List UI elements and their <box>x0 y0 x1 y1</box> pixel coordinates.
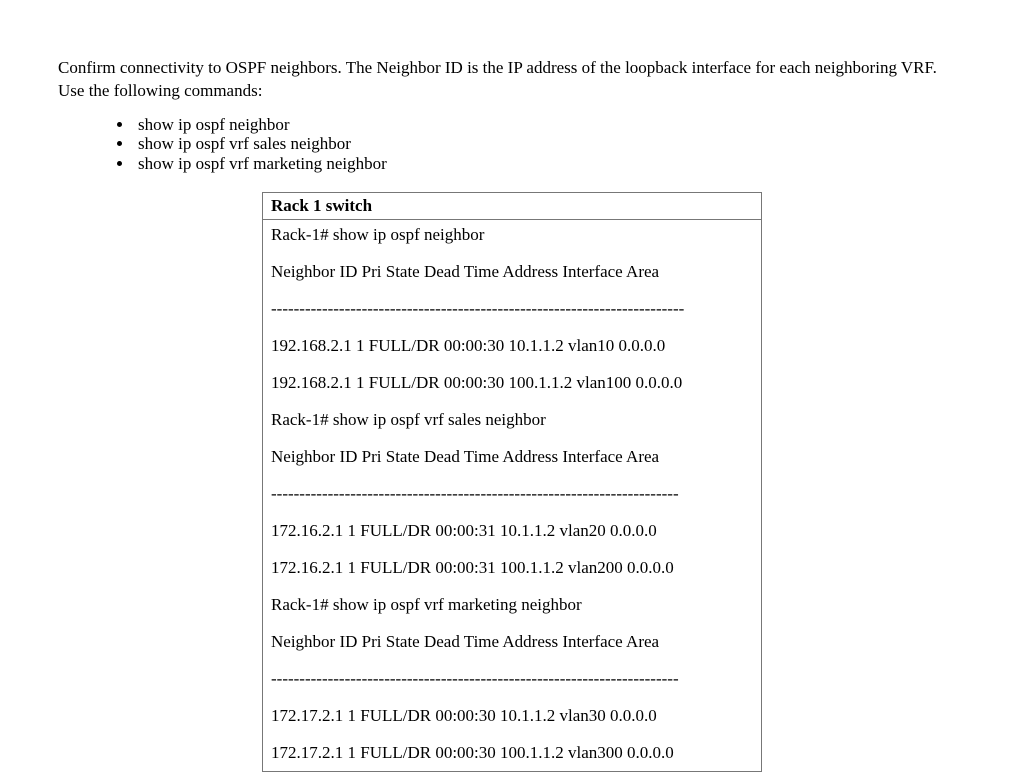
output-line: 172.17.2.1 1 FULL/DR 00:00:30 100.1.1.2 … <box>271 742 753 765</box>
intro-text: Confirm connectivity to OSPF neighbors. … <box>58 57 966 103</box>
box-title: Rack 1 switch <box>263 193 761 221</box>
output-line: 192.168.2.1 1 FULL/DR 00:00:30 100.1.1.2… <box>271 372 753 395</box>
output-line: 172.16.2.1 1 FULL/DR 00:00:31 100.1.1.2 … <box>271 557 753 580</box>
output-line: Neighbor ID Pri State Dead Time Address … <box>271 446 753 469</box>
output-line: ----------------------------------------… <box>271 298 753 321</box>
list-item: show ip ospf vrf marketing neighbor <box>134 154 966 174</box>
output-line: ----------------------------------------… <box>271 483 753 506</box>
box-body: Rack-1# show ip ospf neighbor Neighbor I… <box>263 220 761 770</box>
list-item: show ip ospf vrf sales neighbor <box>134 134 966 154</box>
list-item: show ip ospf neighbor <box>134 115 966 135</box>
output-line: Rack-1# show ip ospf vrf marketing neigh… <box>271 594 753 617</box>
output-line: 172.16.2.1 1 FULL/DR 00:00:31 10.1.1.2 v… <box>271 520 753 543</box>
output-line: Neighbor ID Pri State Dead Time Address … <box>271 631 753 654</box>
output-line: Rack-1# show ip ospf vrf sales neighbor <box>271 409 753 432</box>
output-line: 172.17.2.1 1 FULL/DR 00:00:30 10.1.1.2 v… <box>271 705 753 728</box>
command-list: show ip ospf neighbor show ip ospf vrf s… <box>58 115 966 174</box>
output-line: Rack-1# show ip ospf neighbor <box>271 224 753 247</box>
output-box: Rack 1 switch Rack-1# show ip ospf neigh… <box>262 192 762 772</box>
output-line: Neighbor ID Pri State Dead Time Address … <box>271 261 753 284</box>
output-line: ----------------------------------------… <box>271 668 753 691</box>
output-line: 192.168.2.1 1 FULL/DR 00:00:30 10.1.1.2 … <box>271 335 753 358</box>
